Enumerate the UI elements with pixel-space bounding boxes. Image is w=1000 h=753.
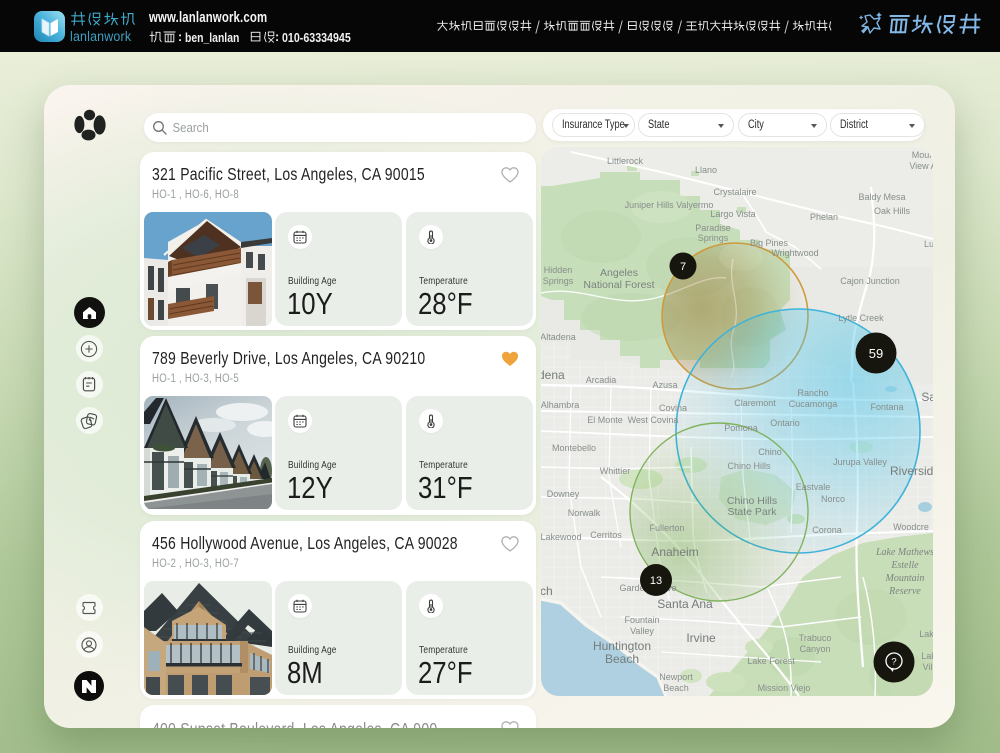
svg-text:Trabuco: Trabuco — [799, 633, 832, 643]
svg-text:Springs: Springs — [698, 233, 729, 243]
svg-text:Fontana: Fontana — [870, 402, 903, 412]
svg-text:Chino: Chino — [758, 447, 782, 457]
svg-text:Altadena: Altadena — [541, 332, 576, 342]
svg-text:Huntington: Huntington — [593, 639, 651, 653]
svg-text:West Covina: West Covina — [628, 415, 679, 425]
svg-text:Ontario: Ontario — [770, 418, 800, 428]
svg-text:Downey: Downey — [547, 489, 580, 499]
svg-text:Mountain: Mountain — [885, 573, 925, 584]
svg-text:Whittier: Whittier — [600, 466, 631, 476]
svg-text:7: 7 — [680, 261, 686, 273]
svg-text:Beach: Beach — [663, 683, 689, 693]
svg-text:National Forest: National Forest — [583, 279, 654, 291]
svg-text:Fountain: Fountain — [624, 615, 659, 625]
svg-text:Montebello: Montebello — [552, 443, 596, 453]
svg-text:Beach: Beach — [605, 652, 639, 666]
svg-text:Lake: Lake — [921, 651, 933, 661]
svg-text:Lake Forest: Lake Forest — [747, 656, 795, 666]
svg-text:El Monte: El Monte — [587, 415, 623, 425]
svg-text:Phelan: Phelan — [810, 212, 838, 222]
svg-text:Lakewood: Lakewood — [541, 532, 582, 542]
svg-text:Valley: Valley — [630, 626, 654, 636]
svg-text:Cucamonga: Cucamonga — [789, 399, 838, 409]
svg-text:Canyon: Canyon — [799, 644, 830, 654]
svg-text:Estelle: Estelle — [890, 560, 919, 571]
svg-text:Mission Viejo: Mission Viejo — [758, 683, 811, 693]
svg-text:Cerritos: Cerritos — [590, 530, 622, 540]
svg-text:Angeles: Angeles — [600, 267, 638, 279]
svg-text:Alhambra: Alhambra — [541, 400, 579, 410]
svg-text:Rancho: Rancho — [797, 388, 828, 398]
svg-text:Corona: Corona — [812, 525, 842, 535]
svg-text:13: 13 — [650, 575, 662, 587]
svg-text:Lake Mathews: Lake Mathews — [875, 547, 933, 558]
svg-text:Claremont: Claremont — [734, 398, 776, 408]
svg-text:State Park: State Park — [727, 506, 777, 518]
svg-text:ach: ach — [541, 584, 553, 598]
svg-text:Villa: Villa — [923, 662, 933, 672]
svg-text:Springs: Springs — [543, 276, 574, 286]
svg-text:Azusa: Azusa — [652, 380, 677, 390]
svg-text:Cajon Junction: Cajon Junction — [840, 276, 900, 286]
svg-text:Pomona: Pomona — [724, 423, 758, 433]
svg-text:Reserve: Reserve — [888, 586, 921, 597]
svg-text:Lu: Lu — [924, 239, 933, 249]
svg-text:San: San — [921, 390, 933, 404]
svg-text:Arcadia: Arcadia — [586, 375, 617, 385]
svg-text:Woodcre: Woodcre — [893, 522, 929, 532]
svg-text:Covina: Covina — [659, 403, 687, 413]
svg-text:Hidden: Hidden — [544, 265, 573, 275]
svg-text:Juniper Hills Valyermo: Juniper Hills Valyermo — [625, 200, 714, 210]
svg-text:Fullerton: Fullerton — [649, 523, 684, 533]
svg-text:Newport: Newport — [659, 672, 693, 682]
svg-text:Riverside: Riverside — [890, 464, 933, 478]
svg-text:Crystalaire: Crystalaire — [713, 187, 756, 197]
svg-text:Lake: Lake — [919, 629, 933, 639]
svg-text:Chino Hills: Chino Hills — [727, 461, 771, 471]
svg-text:Llano: Llano — [695, 165, 717, 175]
svg-text:?: ? — [891, 657, 896, 668]
svg-text:Norwalk: Norwalk — [568, 508, 601, 518]
svg-text:Anaheim: Anaheim — [651, 545, 698, 559]
svg-text:Largo Vista: Largo Vista — [710, 209, 755, 219]
svg-text:Eastvale: Eastvale — [796, 482, 831, 492]
svg-text:Big Pines: Big Pines — [750, 238, 789, 248]
svg-text:sadena: sadena — [541, 368, 565, 382]
svg-text:Santa Ana: Santa Ana — [657, 597, 713, 611]
svg-text:Baldy Mesa: Baldy Mesa — [858, 192, 905, 202]
svg-text:Wrightwood: Wrightwood — [771, 248, 818, 258]
svg-text:Paradise: Paradise — [695, 223, 731, 233]
svg-text:Jurupa Valley: Jurupa Valley — [833, 457, 887, 467]
svg-text:Norco: Norco — [821, 494, 845, 504]
svg-text:Lytle Creek: Lytle Creek — [838, 313, 884, 323]
svg-text:59: 59 — [869, 346, 883, 361]
svg-text:Oak Hills: Oak Hills — [874, 206, 911, 216]
svg-text:View A: View A — [909, 161, 933, 171]
svg-text:Irvine: Irvine — [686, 631, 716, 645]
svg-text:Moun: Moun — [912, 150, 933, 160]
svg-text:Littlerock: Littlerock — [607, 156, 644, 166]
